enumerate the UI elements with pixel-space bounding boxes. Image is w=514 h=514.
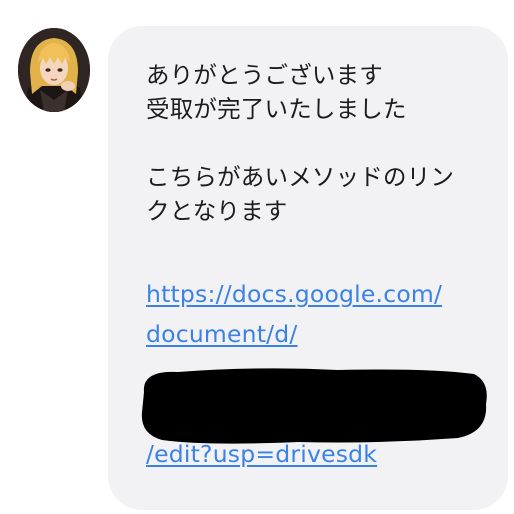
redaction-mark	[141, 368, 487, 444]
message-spacer	[146, 126, 496, 160]
message-line: 受取が完了いたしました	[146, 95, 407, 123]
message-line: ありがとうございます	[146, 61, 383, 89]
message-line: こちらがあいメソッドのリン	[146, 163, 455, 191]
sender-avatar[interactable]	[18, 28, 90, 112]
user-avatar-icon	[18, 28, 90, 112]
message-line: クとなります	[146, 197, 288, 225]
document-link[interactable]: https://docs.google.com/	[146, 274, 496, 314]
message-spacer	[146, 228, 496, 262]
chat-screen: ありがとうございます 受取が完了いたしました こちらがあいメソッドのリン クとな…	[0, 0, 514, 514]
document-link[interactable]: document/d/	[146, 314, 496, 354]
